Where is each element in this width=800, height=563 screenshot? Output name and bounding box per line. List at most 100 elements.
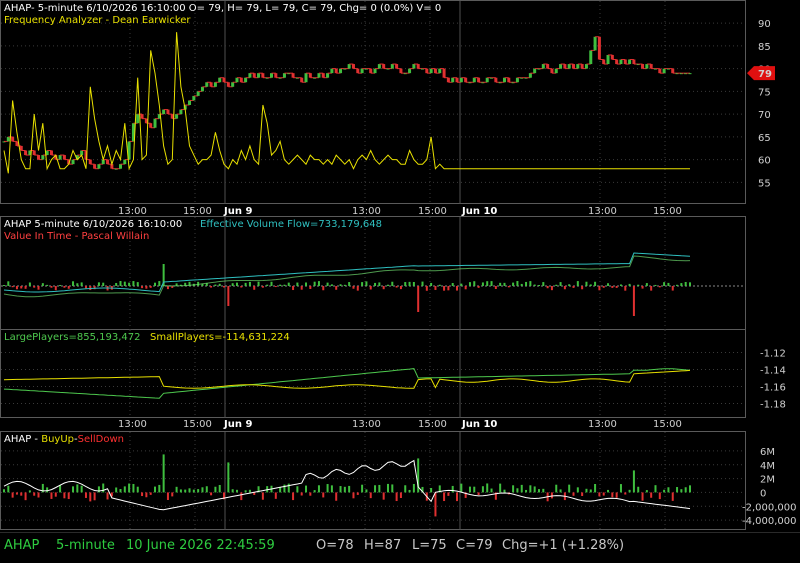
buyup-bar bbox=[145, 492, 148, 498]
price-candle bbox=[269, 73, 273, 78]
buyup-bar bbox=[520, 484, 523, 493]
buyup-bar bbox=[24, 492, 27, 501]
last-price-tag: 79 bbox=[747, 66, 775, 81]
volume-flow-bar bbox=[296, 282, 299, 286]
volume-flow-bar bbox=[391, 281, 394, 286]
volume-flow-bar bbox=[141, 286, 144, 289]
buyup-bar bbox=[650, 492, 653, 498]
buyup-bar bbox=[632, 470, 635, 493]
buyup-bar bbox=[335, 492, 338, 501]
price-candle bbox=[248, 73, 252, 78]
buyup-bar bbox=[175, 486, 178, 493]
price-candle bbox=[282, 73, 286, 78]
volume-flow-bar bbox=[119, 281, 122, 286]
buyup-bar bbox=[404, 485, 407, 493]
price-candle bbox=[149, 123, 153, 128]
price-pane[interactable] bbox=[0, 0, 746, 204]
volume-flow-bar bbox=[615, 286, 618, 288]
price-candle bbox=[166, 109, 170, 115]
price-candle bbox=[200, 86, 204, 92]
price-candle bbox=[416, 64, 420, 69]
price-axis-tick: 55 bbox=[758, 178, 771, 189]
price-candle bbox=[610, 54, 614, 60]
price-candle bbox=[451, 77, 455, 83]
buyup-bar bbox=[680, 489, 683, 493]
small-players-line bbox=[3, 369, 691, 389]
chart-stage[interactable]: 908580757065605513:0015:00Jun 913:0015:0… bbox=[0, 0, 800, 562]
buyup-plot bbox=[3, 454, 691, 517]
small-players-label: SmallPlayers=-114,631,224 bbox=[150, 332, 290, 343]
buyup-bar bbox=[132, 483, 135, 493]
volume-flow-bar bbox=[680, 283, 683, 286]
price-candle bbox=[347, 64, 351, 69]
buyup-bar bbox=[72, 486, 75, 493]
price-candle bbox=[6, 136, 10, 142]
price-candle bbox=[58, 155, 62, 160]
volume-flow-bar bbox=[317, 281, 320, 286]
price-candle bbox=[425, 68, 429, 74]
buyup-bar bbox=[240, 492, 243, 501]
buyup-bar bbox=[447, 492, 450, 496]
price-candle bbox=[369, 68, 373, 74]
price-candle bbox=[49, 150, 53, 156]
players-axis-tick: -1.14 bbox=[760, 366, 786, 377]
price-candle bbox=[24, 150, 28, 156]
volume-flow-bar bbox=[136, 282, 139, 286]
volume-flow-bar bbox=[473, 281, 476, 286]
buyup-bar bbox=[598, 492, 601, 497]
price-candle bbox=[580, 64, 584, 69]
price-axis-tick: 90 bbox=[758, 19, 771, 30]
time-axis-label: 15:00 bbox=[653, 206, 682, 217]
price-header-indicator: Frequency Analyzer - Dean Earwicker bbox=[4, 15, 191, 26]
volume-flow-bar bbox=[456, 286, 459, 291]
volume-flow-bar bbox=[408, 281, 411, 286]
volume-flow-bar bbox=[632, 286, 635, 316]
volume-flow-bar bbox=[689, 282, 691, 286]
buyup-bar bbox=[689, 485, 691, 493]
price-candle bbox=[408, 68, 412, 74]
buyup-bar bbox=[46, 487, 49, 493]
price-axis-tick: 60 bbox=[758, 156, 771, 167]
price-candle bbox=[477, 77, 481, 83]
status-symbol: AHAP bbox=[4, 538, 40, 553]
price-candle bbox=[641, 64, 645, 69]
volume-flow-bar bbox=[270, 281, 273, 286]
volume-flow-bar bbox=[223, 286, 226, 288]
volume-flow-bar bbox=[417, 286, 420, 312]
volume-flow-bar bbox=[326, 282, 329, 286]
buyup-bar bbox=[154, 486, 157, 493]
buyup-bar bbox=[658, 492, 661, 500]
buyup-bar bbox=[645, 490, 648, 493]
buyup-bar bbox=[399, 492, 402, 498]
buyup-bar bbox=[76, 484, 79, 493]
buyup-bar bbox=[637, 486, 640, 493]
buyup-bar bbox=[33, 492, 36, 496]
volume-flow-bar bbox=[581, 286, 584, 290]
buyup-bar bbox=[184, 489, 187, 493]
price-candle bbox=[377, 64, 381, 69]
price-candle bbox=[533, 68, 537, 74]
price-candle bbox=[615, 59, 619, 65]
volume-flow-bar bbox=[598, 286, 601, 291]
volume-flow-bar bbox=[650, 286, 653, 291]
volume-flow-bar bbox=[382, 286, 385, 290]
volume-flow-bar bbox=[611, 286, 614, 288]
volume-flow-bar bbox=[15, 286, 18, 290]
volume-header-subtitle: Value In Time - Pascal Willain bbox=[4, 231, 149, 242]
buyup-bar bbox=[589, 489, 592, 493]
buyup-bar bbox=[188, 488, 191, 493]
volume-flow-bar bbox=[330, 284, 333, 286]
buyup-bar bbox=[244, 490, 247, 493]
volume-flow-bar bbox=[322, 286, 325, 291]
buyup-bar bbox=[197, 489, 200, 493]
volume-flow-bar bbox=[619, 284, 622, 286]
price-candle bbox=[438, 68, 442, 74]
buyup-bar bbox=[80, 485, 83, 493]
volume-flow-bar bbox=[542, 282, 545, 286]
buyup-bar bbox=[261, 492, 264, 500]
volume-flow-bar bbox=[481, 282, 484, 286]
price-candle bbox=[317, 73, 321, 78]
price-candle bbox=[576, 64, 580, 69]
volume-flow-bar bbox=[464, 286, 467, 290]
price-candle bbox=[632, 59, 636, 65]
